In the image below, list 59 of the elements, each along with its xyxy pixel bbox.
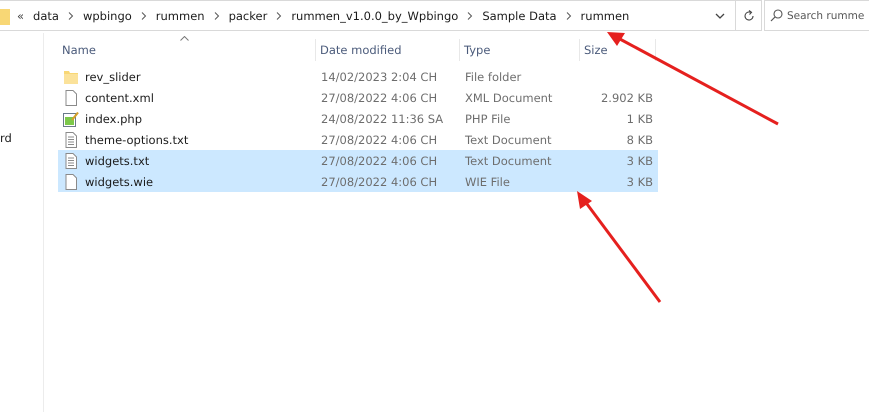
type-cell-text: PHP File <box>464 112 512 126</box>
size-cell: 2.902 KB <box>600 90 653 104</box>
type-cell-text: WIE File <box>464 174 511 188</box>
size-cell: 3 KB <box>626 174 653 188</box>
notepad-pencil-icon <box>63 110 79 126</box>
date-cell-text: 24/08/2022 11:36 SA <box>320 112 444 126</box>
refresh-icon <box>742 10 754 22</box>
address-bar[interactable]: « data wpbingo rummen packer rummen_v1.0.0_by_Wpbingo Sample Data rummen <box>0 0 736 31</box>
search-field[interactable]: Search rumme <box>764 0 869 31</box>
overflow-chevron[interactable]: « <box>17 8 24 22</box>
type-cell-text: File folder <box>464 70 522 84</box>
breadcrumb[interactable]: packer <box>228 8 268 22</box>
chevron-icon <box>214 12 220 20</box>
file-row[interactable]: rev_slider 14/02/2023 2:04 CH File folder <box>58 66 658 87</box>
file-row[interactable]: widgets.wie 27/08/2022 4:06 CH WIE File 3 KB <box>58 171 658 192</box>
breadcrumb[interactable]: wpbingo <box>82 8 132 22</box>
date-cell-text: 27/08/2022 4:06 CH <box>320 174 438 188</box>
nav-item[interactable]: rd <box>0 131 12 145</box>
file-row[interactable]: theme-options.txt 27/08/2022 4:06 CH Text Document 8 KB <box>58 129 658 150</box>
file-row[interactable]: widgets.txt 27/08/2022 4:06 CH Text Document 3 KB <box>58 150 658 171</box>
file-name: theme-options.txt <box>85 132 188 146</box>
text-document-icon <box>63 132 79 148</box>
breadcrumb[interactable]: rummen_v1.0.0_by_Wpbingo <box>291 8 458 22</box>
sort-caret-icon <box>180 36 189 41</box>
date-cell-text: 27/08/2022 4:06 CH <box>320 132 438 146</box>
date-cell-text: 27/08/2022 4:06 CH <box>320 90 438 104</box>
column-header[interactable]: Name <box>58 39 316 61</box>
column-header[interactable]: Date modified <box>316 39 460 61</box>
size-cell: 1 KB <box>626 112 653 126</box>
refresh-button[interactable] <box>736 0 762 31</box>
document-icon <box>63 174 79 190</box>
file-row[interactable]: content.xml 27/08/2022 4:06 CH XML Document 2.902 KB <box>58 87 658 108</box>
chevron-icon <box>276 12 282 20</box>
date-cell-text: 27/08/2022 4:06 CH <box>320 154 438 168</box>
text-document-icon <box>63 152 79 168</box>
file-row[interactable]: index.php 24/08/2022 11:36 SA PHP File 1 KB <box>58 108 658 129</box>
type-cell-text: Text Document <box>464 132 552 146</box>
size-cell: 3 KB <box>626 154 653 168</box>
breadcrumb[interactable]: Sample Data <box>482 8 557 22</box>
file-name: content.xml <box>85 90 154 104</box>
file-name: rev_slider <box>85 70 141 84</box>
chevron-icon <box>566 12 572 20</box>
chevron-icon <box>467 12 474 20</box>
type-cell-text: Text Document <box>464 154 552 168</box>
file-name: index.php <box>85 112 142 126</box>
chevron-icon <box>140 12 147 20</box>
type-cell-text: XML Document <box>464 90 554 104</box>
search-icon <box>770 9 783 22</box>
breadcrumb[interactable]: rummen <box>156 8 205 22</box>
chevron-icon <box>68 12 74 20</box>
size-cell: 8 KB <box>626 132 653 146</box>
document-icon <box>63 90 79 106</box>
dropdown-icon[interactable] <box>715 12 725 18</box>
column-header[interactable]: Type <box>460 39 580 61</box>
file-name: widgets.txt <box>85 154 150 168</box>
breadcrumb[interactable]: rummen <box>580 8 630 22</box>
breadcrumb[interactable]: data <box>33 8 59 22</box>
file-name: widgets.wie <box>85 174 154 188</box>
date-cell-text: 14/02/2023 2:04 CH <box>320 70 438 84</box>
